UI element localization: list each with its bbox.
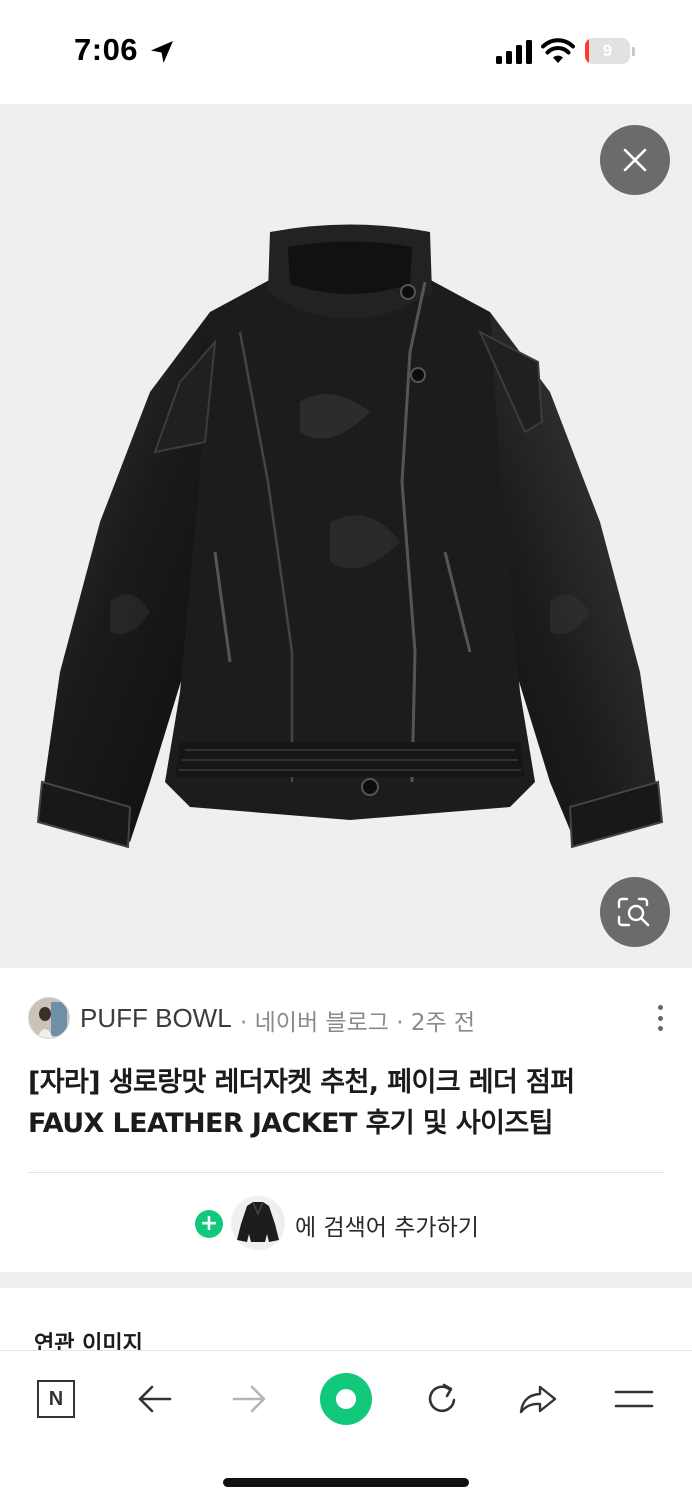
status-time: 7:06 <box>74 32 139 67</box>
green-dot-button[interactable] <box>318 1373 374 1425</box>
share-icon <box>519 1385 557 1414</box>
plus-icon: + <box>195 1210 223 1238</box>
naver-home-icon: N <box>37 1380 75 1418</box>
menu-button[interactable] <box>606 1373 662 1425</box>
jacket-image[interactable] <box>30 222 670 862</box>
forward-arrow-icon <box>232 1385 266 1413</box>
cellular-signal-icon <box>496 40 532 64</box>
home-indicator[interactable] <box>223 1478 469 1487</box>
refresh-icon <box>428 1383 456 1413</box>
menu-icon <box>614 1390 654 1408</box>
divider <box>28 1172 664 1173</box>
back-arrow-icon <box>138 1385 172 1413</box>
more-options-button[interactable] <box>650 1001 670 1035</box>
source-meta: · 네이버 블로그 · 2주 전 <box>240 1010 476 1036</box>
status-bar: 7:06 9 <box>0 0 692 104</box>
post-title-line-1[interactable]: [자라] 생로랑맛 레더자켓 추천, 페이크 레더 점퍼 <box>28 1060 575 1099</box>
naver-home-button[interactable]: N <box>28 1373 84 1425</box>
share-button[interactable] <box>510 1373 566 1425</box>
close-button[interactable] <box>600 125 670 195</box>
section-separator <box>0 1272 692 1288</box>
avatar[interactable] <box>28 997 70 1039</box>
location-arrow-icon <box>151 41 173 63</box>
bottom-toolbar: N <box>0 1350 692 1500</box>
post-title-line-2[interactable]: FAUX LEATHER JACKET 후기 및 사이즈팁 <box>28 1101 553 1140</box>
close-icon <box>623 148 647 172</box>
source-name[interactable]: PUFF BOWL <box>80 1003 232 1034</box>
battery-level: 9 <box>602 41 613 60</box>
source-row[interactable]: PUFF BOWL · 네이버 블로그 · 2주 전 <box>28 997 678 1039</box>
refresh-button[interactable] <box>414 1373 470 1425</box>
image-search-icon <box>617 897 650 927</box>
wifi-icon <box>541 38 575 63</box>
battery-icon: 9 <box>585 38 635 64</box>
image-search-button[interactable] <box>600 877 670 947</box>
forward-button[interactable] <box>222 1373 278 1425</box>
back-button[interactable] <box>126 1373 182 1425</box>
search-thumbnail <box>231 1196 285 1250</box>
add-search-term-button[interactable]: + 에 검색어 추가하기 <box>195 1196 515 1250</box>
add-search-label: 에 검색어 추가하기 <box>295 1215 479 1241</box>
image-viewer[interactable] <box>0 104 692 968</box>
more-vertical-icon <box>657 1005 663 1010</box>
